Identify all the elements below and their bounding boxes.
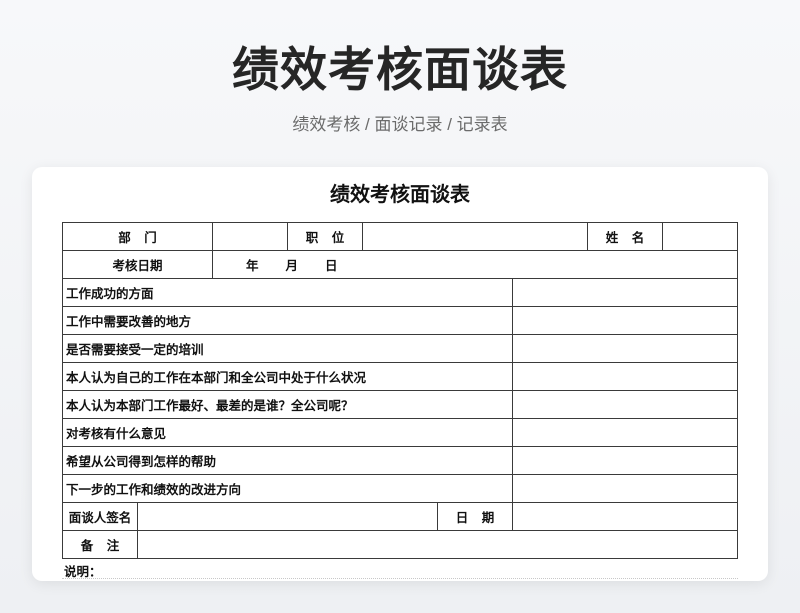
- signature-date-cell: [512, 502, 739, 531]
- review-date-label: 考核日期: [61, 250, 214, 279]
- department-value-cell: [212, 222, 289, 251]
- question-row: 本人认为自己的工作在本部门和全公司中处于什么状况: [61, 362, 739, 391]
- question-row: 希望从公司得到怎样的帮助: [61, 446, 739, 475]
- page-subtitle-breadcrumb: 绩效考核 / 面谈记录 / 记录表: [292, 115, 508, 134]
- form-row-signature: 面谈人签名 日 期: [62, 502, 739, 531]
- question-row: 工作成功的方面: [61, 278, 739, 307]
- interviewer-signature-label: 面谈人签名: [62, 502, 138, 531]
- position-value-cell: [362, 222, 589, 251]
- interview-form-table: 部 门 职 位 姓 名 考核日期 年月日 工作成功的方面 工作中需要改善的地方 …: [61, 222, 739, 559]
- question-label: 希望从公司得到怎样的帮助: [61, 446, 514, 475]
- answer-cell: [512, 278, 739, 307]
- answer-cell: [512, 306, 739, 335]
- question-row: 下一步的工作和绩效的改进方向: [61, 474, 739, 503]
- position-label: 职 位: [287, 222, 364, 251]
- department-label: 部 门: [61, 222, 214, 251]
- page-title: 绩效考核面谈表: [232, 43, 568, 96]
- template-preview-card[interactable]: 绩效考核面谈表 部 门 职 位 姓 名 考核日期 年 月 日 工作成功的方面 工作中…: [32, 167, 768, 581]
- notes-divider: [62, 578, 738, 579]
- form-row-basic-info: 部 门 职 位 姓 名: [61, 222, 739, 251]
- date-month-unit: 月: [285, 259, 299, 273]
- question-row: 工作中需要改善的地方: [61, 306, 739, 335]
- form-row-review-date: 考核日期 年 月 日: [61, 250, 739, 279]
- question-row: 对考核有什么意见: [61, 418, 739, 447]
- form-title: 绩效考核面谈表: [330, 184, 470, 206]
- name-label: 姓 名: [587, 222, 664, 251]
- answer-cell: [512, 362, 739, 391]
- review-date-value-cell: 年月日: [212, 250, 739, 279]
- answer-cell: [512, 474, 739, 503]
- question-label: 工作成功的方面: [61, 278, 514, 307]
- answer-cell: [512, 334, 739, 363]
- question-label: 下一步的工作和绩效的改进方向: [61, 474, 514, 503]
- date-year-unit: 年: [246, 259, 259, 273]
- name-value-cell: [662, 222, 739, 251]
- form-row-remarks: 备 注: [62, 530, 739, 559]
- remarks-label: 备 注: [62, 530, 138, 559]
- answer-cell: [512, 446, 739, 475]
- remarks-cell: [136, 530, 739, 559]
- question-label: 工作中需要改善的地方: [61, 306, 514, 335]
- interviewer-signature-cell: [136, 502, 439, 531]
- answer-cell: [512, 418, 739, 447]
- question-row: 本人认为本部门工作最好、最差的是谁？全公司呢？: [61, 390, 739, 419]
- question-label: 是否需要接受一定的培训: [61, 334, 514, 363]
- signature-date-label: 日 期: [437, 502, 514, 531]
- answer-cell: [512, 390, 739, 419]
- question-label: 本人认为本部门工作最好、最差的是谁？全公司呢？: [61, 390, 514, 419]
- date-day-unit: 日: [325, 259, 338, 273]
- question-row: 是否需要接受一定的培训: [61, 334, 739, 363]
- question-label: 本人认为自己的工作在本部门和全公司中处于什么状况: [61, 362, 514, 391]
- question-label: 对考核有什么意见: [61, 418, 514, 447]
